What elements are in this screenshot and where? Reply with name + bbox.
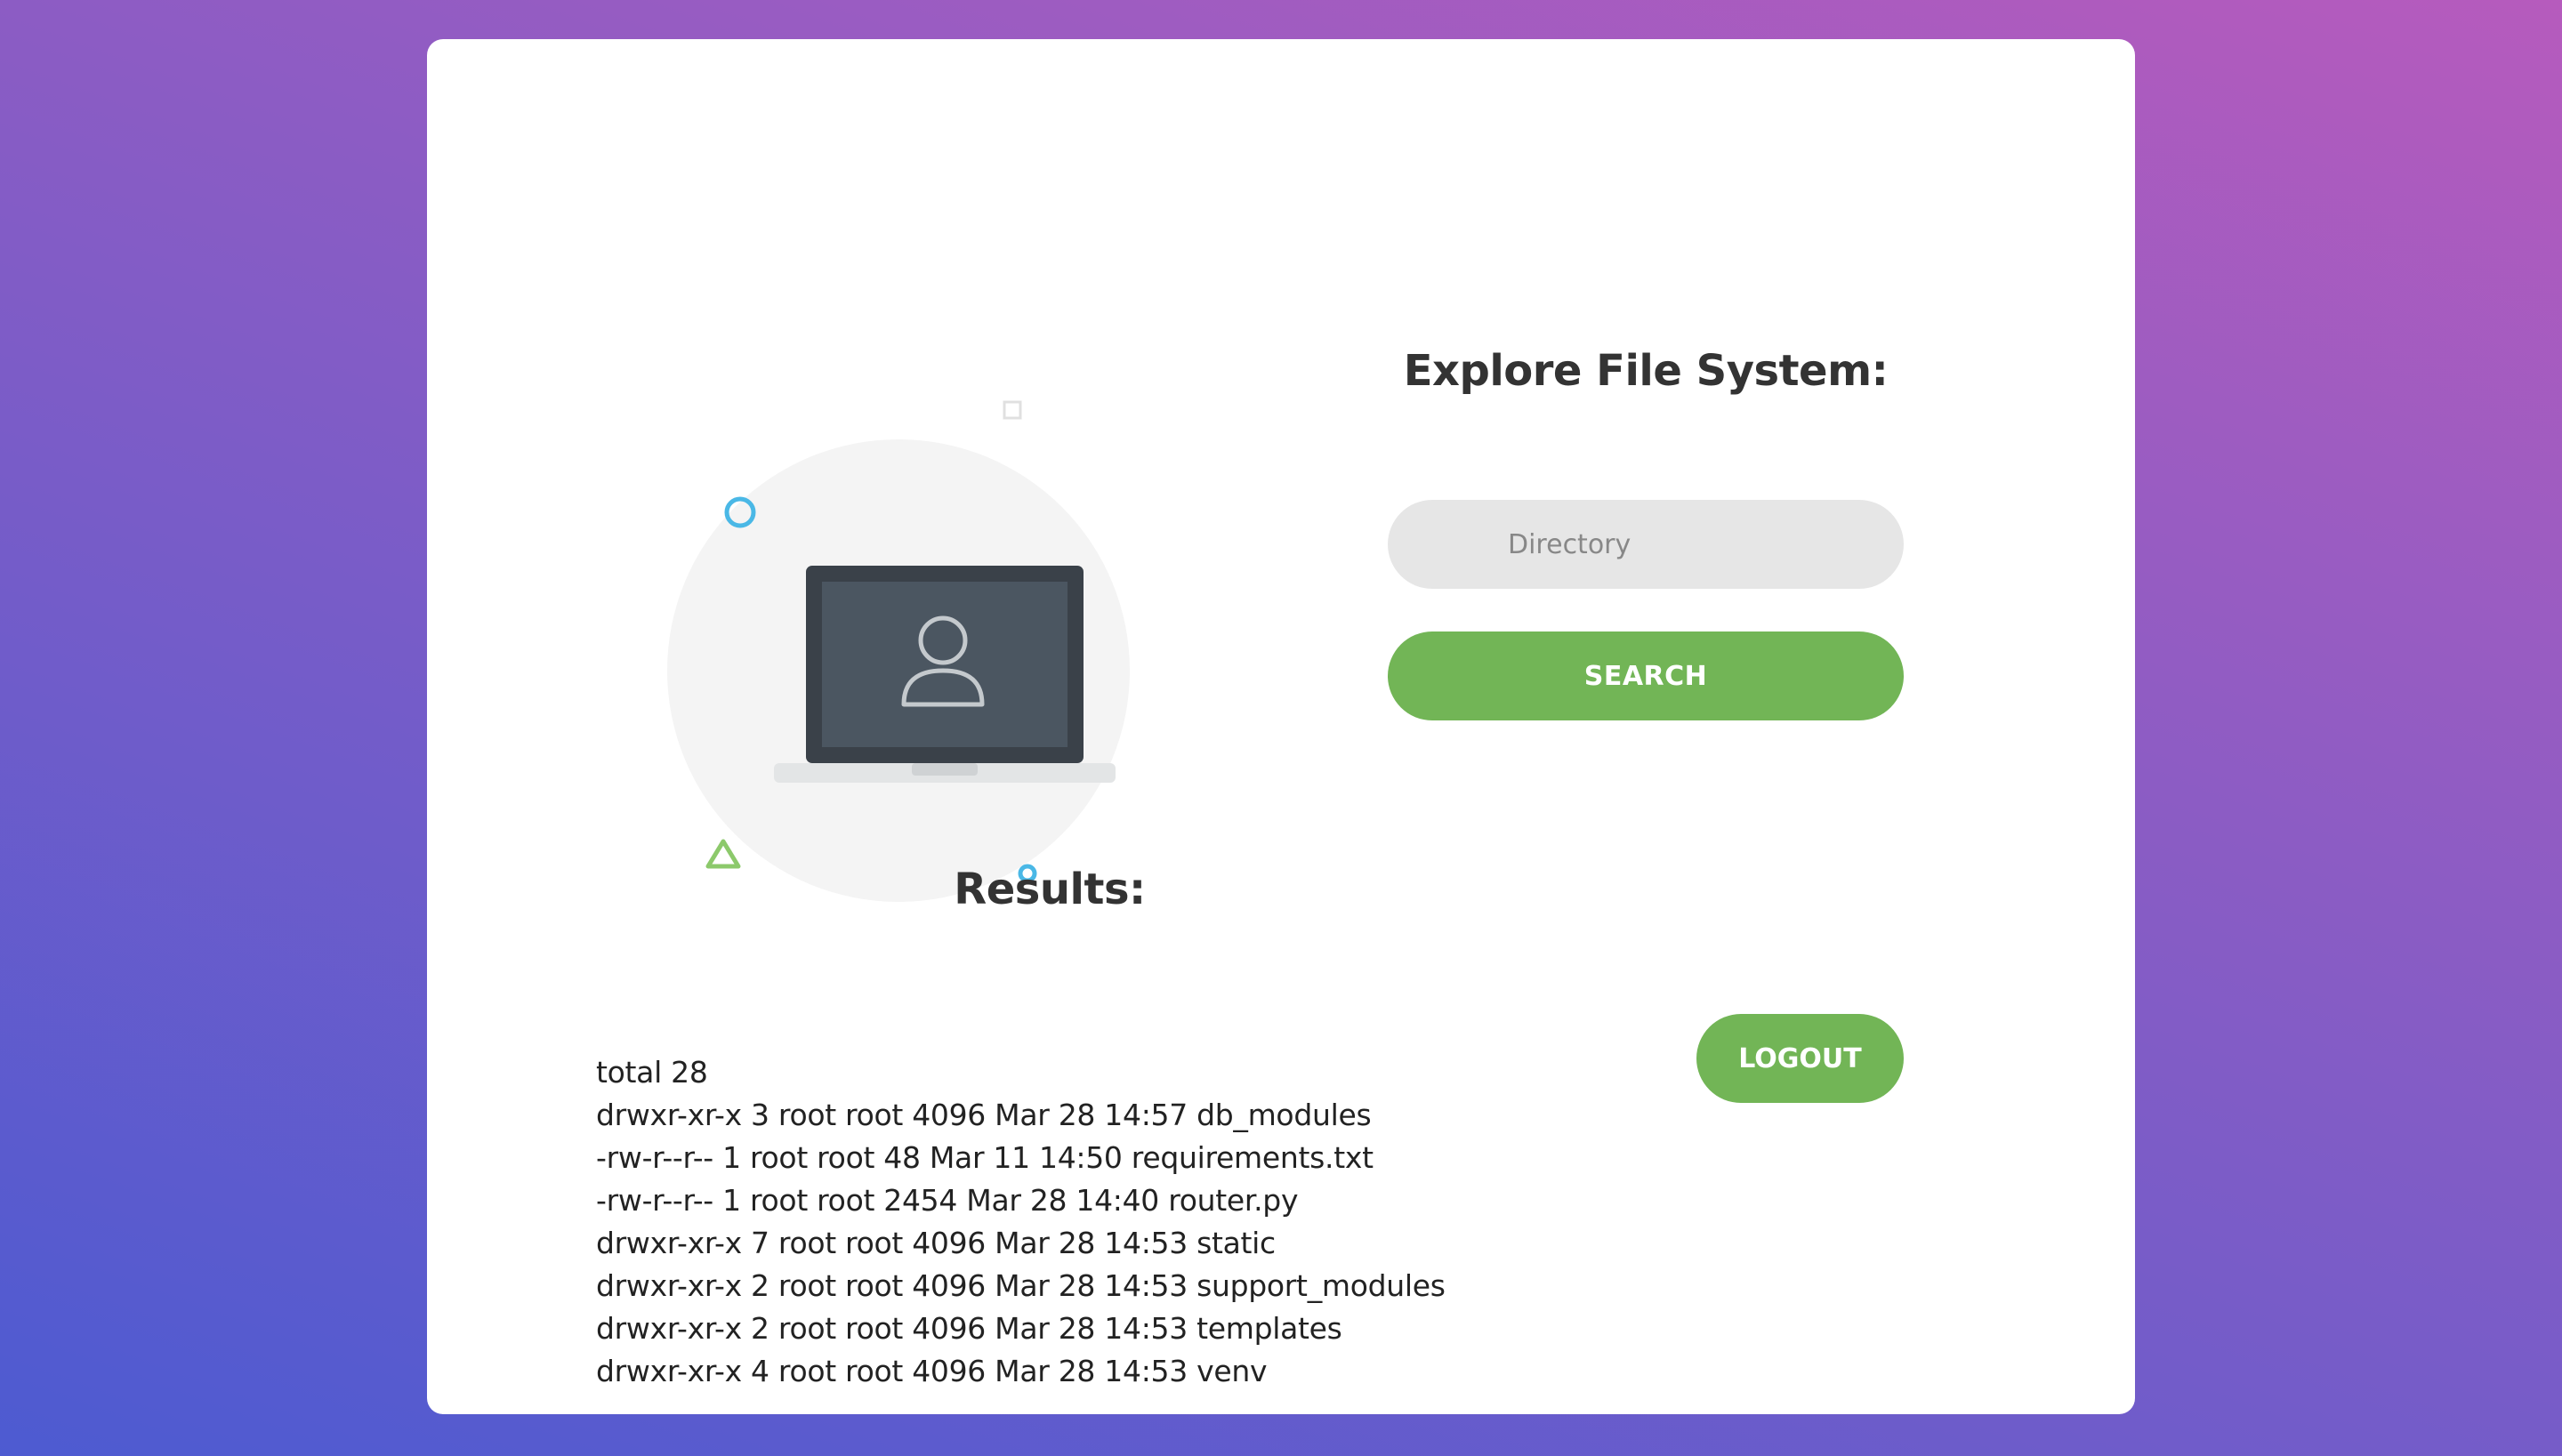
results-title: Results: [954, 865, 1146, 914]
search-button[interactable]: SEARCH [1388, 631, 1904, 720]
square-decoration [1003, 400, 1022, 420]
form-title: Explore File System: [1403, 346, 1889, 396]
results-list: total 28 drwxr-xr-x 3 root root 4096 Mar… [596, 1051, 1446, 1393]
laptop-icon [774, 566, 1116, 783]
directory-input[interactable] [1388, 500, 1904, 589]
logout-button[interactable]: LOGOUT [1696, 1014, 1904, 1103]
result-line: drwxr-xr-x 3 root root 4096 Mar 28 14:57… [596, 1098, 1372, 1132]
result-line: drwxr-xr-x 7 root root 4096 Mar 28 14:53… [596, 1226, 1276, 1260]
triangle-decoration [705, 839, 741, 869]
result-line: drwxr-xr-x 4 root root 4096 Mar 28 14:53… [596, 1354, 1268, 1388]
result-line: -rw-r--r-- 1 root root 48 Mar 11 14:50 r… [596, 1140, 1374, 1175]
result-line: drwxr-xr-x 2 root root 4096 Mar 28 14:53… [596, 1311, 1342, 1346]
login-card: Explore File System: SEARCH Results: tot… [427, 39, 2135, 1414]
result-line: drwxr-xr-x 2 root root 4096 Mar 28 14:53… [596, 1268, 1446, 1303]
result-line: -rw-r--r-- 1 root root 2454 Mar 28 14:40… [596, 1183, 1299, 1218]
result-line: total 28 [596, 1055, 708, 1090]
illustration [587, 350, 1210, 929]
